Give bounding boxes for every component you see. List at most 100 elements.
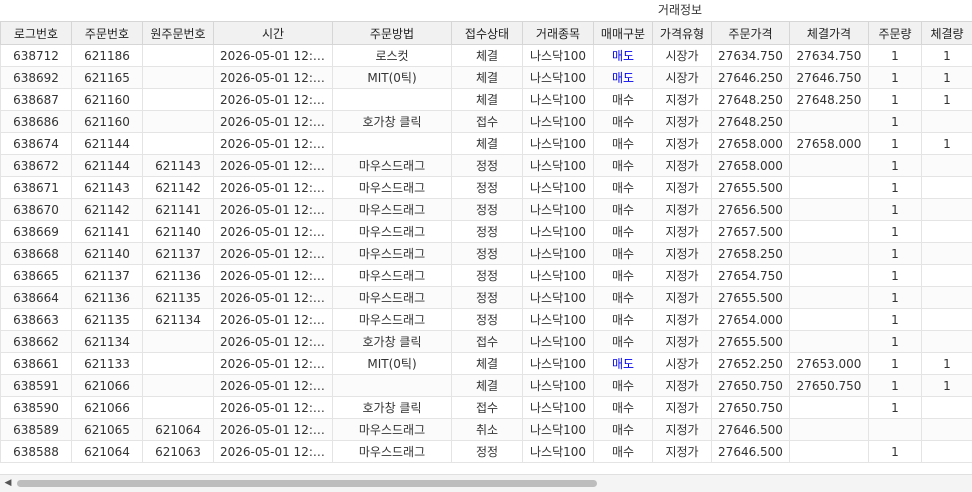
cell-orig-order-no: 621063 <box>143 441 214 463</box>
table-row[interactable]: 6386866211602026-05-01 12:41...호가창 클릭접수나… <box>1 111 972 133</box>
cell-orig-order-no: 621140 <box>143 221 214 243</box>
cell-symbol: 나스닥100 <box>523 353 594 375</box>
table-row[interactable]: 6386706211426211412026-05-01 12:38...마우스… <box>1 199 972 221</box>
cell-orig-order-no: 621142 <box>143 177 214 199</box>
table-row[interactable]: 6385886210646210632026-05-01 12:13...마우스… <box>1 441 972 463</box>
cell-symbol: 나스닥100 <box>523 397 594 419</box>
cell-order-no: 621165 <box>72 67 143 89</box>
cell-price-type: 지정가 <box>653 155 712 177</box>
cell-order-price: 27650.750 <box>712 397 790 419</box>
table-row[interactable]: 6386696211416211402026-05-01 12:38...마우스… <box>1 221 972 243</box>
cell-fill-price <box>790 331 869 353</box>
cell-orig-order-no <box>143 331 214 353</box>
cell-order-qty: 1 <box>869 309 922 331</box>
cell-log-no: 638712 <box>1 45 72 67</box>
cell-order-qty: 1 <box>869 67 922 89</box>
cell-fill-price <box>790 243 869 265</box>
cell-order-qty: 1 <box>869 89 922 111</box>
cell-order-method: 마우스드래그 <box>333 265 452 287</box>
cell-order-price: 27646.250 <box>712 67 790 89</box>
column-header-price-type[interactable]: 가격유형 <box>653 22 712 45</box>
column-header-fill-price[interactable]: 체결가격 <box>790 22 869 45</box>
cell-order-price: 27656.500 <box>712 199 790 221</box>
cell-side: 매도 <box>594 353 653 375</box>
cell-fill-qty <box>922 221 972 243</box>
cell-order-qty: 1 <box>869 199 922 221</box>
table-row[interactable]: 6386926211652026-05-01 12:42...MIT(0틱)체결… <box>1 67 972 89</box>
table-row[interactable]: 6386616211332026-05-01 12:36...MIT(0틱)체결… <box>1 353 972 375</box>
column-header-order-qty[interactable]: 주문량 <box>869 22 922 45</box>
cell-receipt-status: 체결 <box>452 89 523 111</box>
cell-order-price: 27648.250 <box>712 111 790 133</box>
cell-log-no: 638589 <box>1 419 72 441</box>
table-row[interactable]: 6386636211356211342026-05-01 12:36...마우스… <box>1 309 972 331</box>
column-header-time[interactable]: 시간 <box>214 22 333 45</box>
table-row[interactable]: 6386686211406211372026-05-01 12:38...마우스… <box>1 243 972 265</box>
cell-time: 2026-05-01 12:47... <box>214 45 333 67</box>
column-header-receipt-status[interactable]: 접수상태 <box>452 22 523 45</box>
cell-time: 2026-05-01 12:38... <box>214 221 333 243</box>
table-row[interactable]: 6385896210656210642026-05-01 12:13...마우스… <box>1 419 972 441</box>
cell-symbol: 나스닥100 <box>523 441 594 463</box>
table-row[interactable]: 6386646211366211352026-05-01 12:36...마우스… <box>1 287 972 309</box>
table-row[interactable]: 6385916210662026-05-01 12:15...체결나스닥100매… <box>1 375 972 397</box>
cell-log-no: 638670 <box>1 199 72 221</box>
column-header-log-no[interactable]: 로그번호 <box>1 22 72 45</box>
cell-fill-qty <box>922 397 972 419</box>
cell-order-no: 621142 <box>72 199 143 221</box>
cell-side: 매수 <box>594 419 653 441</box>
column-header-symbol[interactable]: 거래종목 <box>523 22 594 45</box>
cell-symbol: 나스닥100 <box>523 67 594 89</box>
column-header-orig-order-no[interactable]: 원주문번호 <box>143 22 214 45</box>
scrollbar-thumb[interactable] <box>17 480 597 487</box>
cell-fill-price <box>790 397 869 419</box>
table-row[interactable]: 6386716211436211422026-05-01 12:38...마우스… <box>1 177 972 199</box>
cell-order-price: 27646.500 <box>712 441 790 463</box>
cell-time: 2026-05-01 12:38... <box>214 133 333 155</box>
column-header-order-no[interactable]: 주문번호 <box>72 22 143 45</box>
cell-symbol: 나스닥100 <box>523 375 594 397</box>
cell-fill-price <box>790 177 869 199</box>
horizontal-scrollbar[interactable]: ◀ <box>0 474 972 492</box>
cell-receipt-status: 정정 <box>452 177 523 199</box>
cell-receipt-status: 접수 <box>452 397 523 419</box>
cell-fill-price <box>790 265 869 287</box>
cell-time: 2026-05-01 12:42... <box>214 67 333 89</box>
cell-orig-order-no <box>143 133 214 155</box>
cell-order-qty <box>869 419 922 441</box>
cell-log-no: 638686 <box>1 111 72 133</box>
cell-fill-qty <box>922 243 972 265</box>
table-row[interactable]: 6386626211342026-05-01 12:36...호가창 클릭접수나… <box>1 331 972 353</box>
cell-side: 매수 <box>594 441 653 463</box>
cell-time: 2026-05-01 12:38... <box>214 155 333 177</box>
table-row[interactable]: 6387126211862026-05-01 12:47...로스컷체결나스닥1… <box>1 45 972 67</box>
cell-order-method: 마우스드래그 <box>333 287 452 309</box>
column-header-side[interactable]: 매매구분 <box>594 22 653 45</box>
cell-price-type: 지정가 <box>653 397 712 419</box>
cell-order-no: 621186 <box>72 45 143 67</box>
cell-order-price: 27655.500 <box>712 331 790 353</box>
cell-order-no: 621137 <box>72 265 143 287</box>
table-row[interactable]: 6385906210662026-05-01 12:15...호가창 클릭접수나… <box>1 397 972 419</box>
cell-price-type: 지정가 <box>653 243 712 265</box>
column-header-fill-qty[interactable]: 체결량 <box>922 22 972 45</box>
column-header-order-method[interactable]: 주문방법 <box>333 22 452 45</box>
cell-fill-price <box>790 199 869 221</box>
cell-orig-order-no: 621137 <box>143 243 214 265</box>
cell-order-qty: 1 <box>869 441 922 463</box>
column-header-order-price[interactable]: 주문가격 <box>712 22 790 45</box>
cell-receipt-status: 체결 <box>452 133 523 155</box>
cell-symbol: 나스닥100 <box>523 89 594 111</box>
table-row[interactable]: 6386876211602026-05-01 12:41...체결나스닥100매… <box>1 89 972 111</box>
table-row[interactable]: 6386656211376211362026-05-01 12:37...마우스… <box>1 265 972 287</box>
triangle-left-icon[interactable]: ◀ <box>2 475 14 492</box>
cell-order-qty: 1 <box>869 353 922 375</box>
cell-fill-qty <box>922 441 972 463</box>
cell-order-qty: 1 <box>869 243 922 265</box>
cell-order-qty: 1 <box>869 265 922 287</box>
cell-order-qty: 1 <box>869 177 922 199</box>
cell-symbol: 나스닥100 <box>523 287 594 309</box>
cell-order-no: 621064 <box>72 441 143 463</box>
table-row[interactable]: 6386726211446211432026-05-01 12:38...마우스… <box>1 155 972 177</box>
table-row[interactable]: 6386746211442026-05-01 12:38...체결나스닥100매… <box>1 133 972 155</box>
